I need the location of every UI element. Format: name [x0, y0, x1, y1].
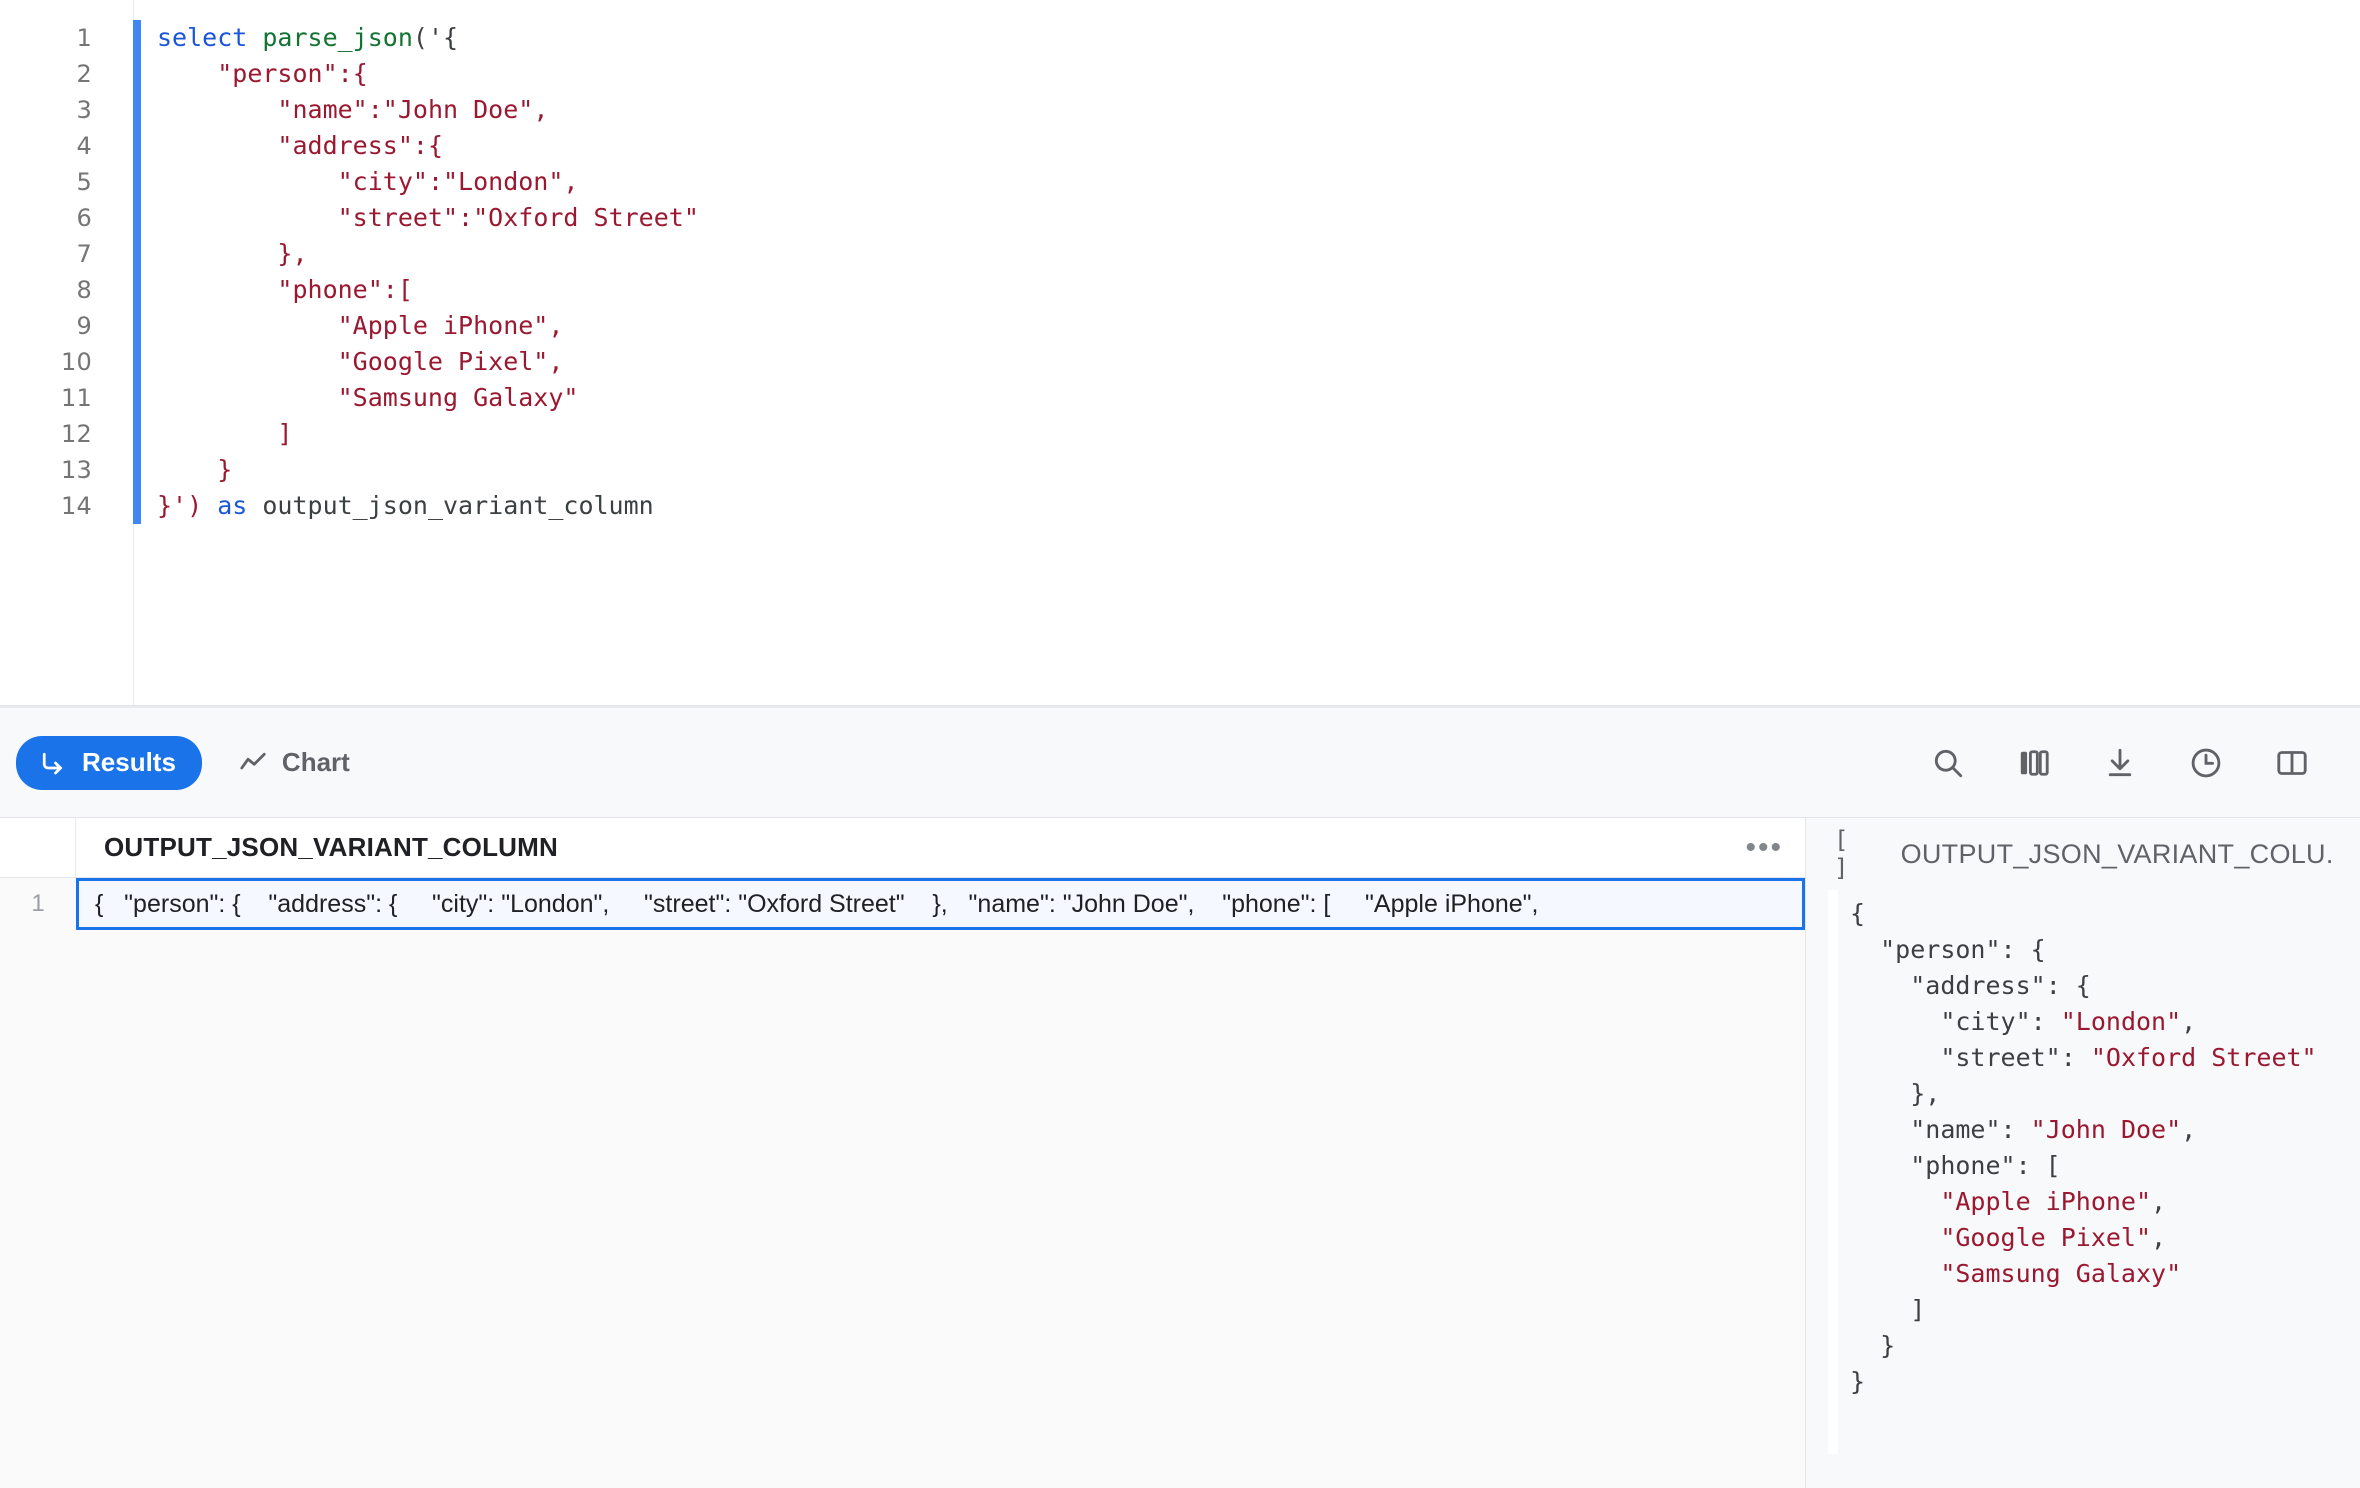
line-number: 2 — [76, 60, 92, 88]
cell-detail-panel: [ ] OUTPUT_JSON_VARIANT_COLU... { "perso… — [1806, 818, 2360, 1488]
line-number: 1 — [76, 24, 92, 52]
statement-accent-bar — [133, 92, 141, 128]
statement-accent-bar — [133, 308, 141, 344]
download-icon[interactable] — [2100, 743, 2140, 783]
code-line-text: "person":{ — [217, 59, 368, 88]
code-line-text: "street":"Oxford Street" — [337, 203, 699, 232]
sql-worksheet: 1 select parse_json('{2 "person":{3 "name… — [0, 0, 2360, 1488]
line-number: 4 — [76, 132, 92, 160]
code-line[interactable]: 12 ] — [0, 416, 2360, 452]
line-number: 5 — [76, 168, 92, 196]
statement-accent-bar — [133, 452, 141, 488]
detail-indent-guide — [1828, 890, 1838, 1454]
editor-bottom-divider — [0, 705, 2360, 706]
table-cell-selected[interactable]: { "person": { "address": { "city": "Lond… — [76, 878, 1805, 930]
column-header-label: OUTPUT_JSON_VARIANT_COLUMN — [104, 832, 558, 862]
history-clock-icon[interactable] — [2186, 743, 2226, 783]
statement-accent-bar — [133, 236, 141, 272]
code-line-text: "city":"London", — [337, 167, 579, 196]
chart-tab-label: Chart — [281, 747, 350, 777]
statement-accent-bar — [133, 164, 141, 200]
code-line-text: ] — [277, 419, 293, 448]
code-line[interactable]: 1 select parse_json('{ — [0, 20, 2360, 56]
code-line[interactable]: 10 "Google Pixel", — [0, 344, 2360, 380]
detail-panel-body[interactable]: { "person": { "address": { "city": "Lond… — [1806, 890, 2360, 1488]
code-line-text: "phone":[ — [277, 275, 413, 304]
code-line[interactable]: 2 "person":{ — [0, 56, 2360, 92]
code-line-text: "address":{ — [277, 131, 443, 160]
statement-accent-bar — [133, 200, 141, 236]
code-line-text: "Google Pixel", — [337, 347, 564, 376]
line-number: 14 — [61, 492, 92, 520]
results-tab-label: Results — [82, 747, 176, 777]
detail-panel-header: [ ] OUTPUT_JSON_VARIANT_COLU... — [1806, 818, 2360, 890]
code-lines[interactable]: 1 select parse_json('{2 "person":{3 "name… — [0, 0, 2360, 524]
statement-accent-bar — [133, 344, 141, 380]
code-line[interactable]: 7 }, — [0, 236, 2360, 272]
columns-icon[interactable] — [2014, 743, 2054, 783]
return-arrow-icon — [38, 748, 68, 778]
code-line-text: "name":"John Doe", — [277, 95, 549, 124]
code-line-text: "Apple iPhone", — [337, 311, 564, 340]
code-line[interactable]: 6 "street":"Oxford Street" — [0, 200, 2360, 236]
results-toolbar: Results Chart — [0, 706, 2360, 818]
table-row[interactable]: 1{ "person": { "address": { "city": "Lon… — [0, 878, 1805, 930]
row-number: 1 — [0, 878, 76, 930]
statement-accent-bar — [133, 20, 141, 56]
results-grid: OUTPUT_JSON_VARIANT_COLUMN ••• 1{ "perso… — [0, 818, 1806, 1488]
statement-accent-bar — [133, 488, 141, 524]
code-line-text: } — [217, 455, 233, 484]
line-number: 3 — [76, 96, 92, 124]
detail-panel-title: OUTPUT_JSON_VARIANT_COLU... — [1900, 838, 2332, 869]
variant-type-icon: [ ] — [1834, 826, 1850, 882]
statement-accent-bar — [133, 416, 141, 452]
split-panel-icon[interactable] — [2272, 743, 2312, 783]
code-line[interactable]: 4 "address":{ — [0, 128, 2360, 164]
grid-body[interactable]: 1{ "person": { "address": { "city": "Lon… — [0, 878, 1805, 1488]
line-number: 7 — [76, 240, 92, 268]
statement-accent-bar — [133, 380, 141, 416]
search-icon[interactable] — [1928, 743, 1968, 783]
code-line[interactable]: 14 }') as output_json_variant_column — [0, 488, 2360, 524]
code-line[interactable]: 8 "phone":[ — [0, 272, 2360, 308]
code-line-text: }, — [277, 239, 308, 268]
json-preview: { "person": { "address": { "city": "Lond… — [1850, 899, 2317, 1396]
statement-accent-bar — [133, 56, 141, 92]
code-line[interactable]: 11 "Samsung Galaxy" — [0, 380, 2360, 416]
statement-accent-bar — [133, 272, 141, 308]
line-number: 12 — [61, 420, 92, 448]
code-line[interactable]: 13 } — [0, 452, 2360, 488]
sql-code-editor[interactable]: 1 select parse_json('{2 "person":{3 "name… — [0, 0, 2360, 706]
grid-header-row: OUTPUT_JSON_VARIANT_COLUMN ••• — [0, 818, 1805, 878]
code-line[interactable]: 9 "Apple iPhone", — [0, 308, 2360, 344]
column-header-output-json-variant-column[interactable]: OUTPUT_JSON_VARIANT_COLUMN ••• — [76, 818, 1805, 877]
code-line-text: }') as output_json_variant_column — [157, 491, 654, 520]
line-number: 6 — [76, 204, 92, 232]
results-area: OUTPUT_JSON_VARIANT_COLUMN ••• 1{ "perso… — [0, 818, 2360, 1488]
line-number: 13 — [61, 456, 92, 484]
code-line-text: "Samsung Galaxy" — [337, 383, 579, 412]
code-line[interactable]: 3 "name":"John Doe", — [0, 92, 2360, 128]
chart-tab[interactable]: Chart — [220, 736, 368, 790]
results-tab[interactable]: Results — [16, 735, 202, 790]
column-menu-icon[interactable]: ••• — [1745, 832, 1783, 862]
line-number: 10 — [61, 348, 92, 376]
line-number: 9 — [76, 312, 92, 340]
code-line-text: select parse_json('{ — [157, 23, 459, 52]
toolbar-icon-group — [1928, 743, 2312, 783]
line-chart-icon — [238, 748, 268, 778]
statement-accent-bar — [133, 128, 141, 164]
code-line[interactable]: 5 "city":"London", — [0, 164, 2360, 200]
line-number: 11 — [61, 384, 92, 412]
line-number: 8 — [76, 276, 92, 304]
grid-corner-cell — [0, 818, 76, 877]
